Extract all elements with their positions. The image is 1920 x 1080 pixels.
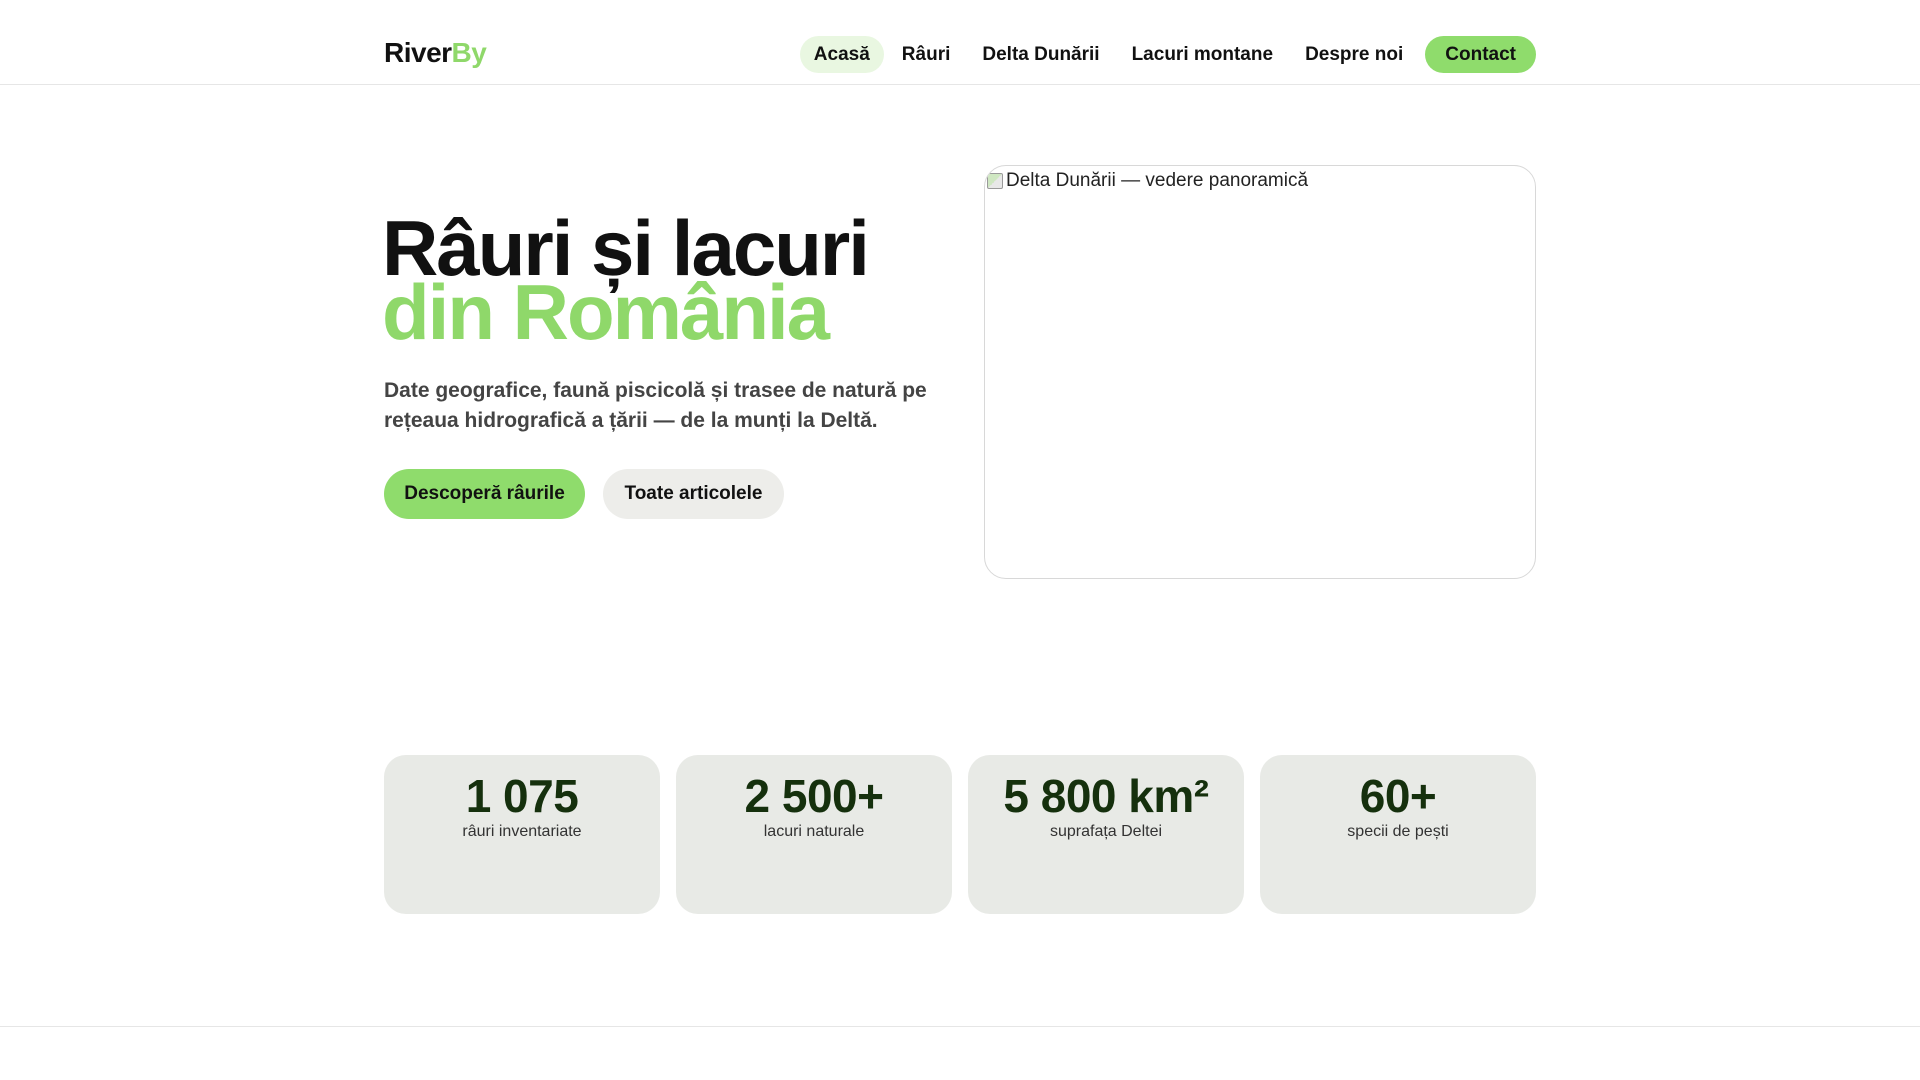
nav-item-delta-dunarii[interactable]: Delta Dunării [968, 36, 1113, 73]
hero-image: Delta Dunării — vedere panoramică [984, 165, 1536, 579]
stat-label: râuri inventariate [462, 823, 582, 840]
nav-item-lacuri-montane[interactable]: Lacuri montane [1118, 36, 1287, 73]
site-logo[interactable]: RiverBy [384, 36, 487, 70]
stat-value: 5 800 km² [1003, 770, 1209, 822]
stat-value: 60+ [1359, 770, 1437, 822]
site-header: RiverBy Acasă Râuri Delta Dunării Lacuri… [0, 0, 1920, 85]
main-nav: Acasă Râuri Delta Dunării Lacuri montane… [796, 36, 1536, 73]
hero-title: Râuri și lacuri din România [382, 209, 870, 356]
broken-image-icon [987, 173, 1003, 189]
hero-image-alt-text: Delta Dunării — vedere panoramică [1006, 170, 1309, 191]
hero-title-line2: din România [382, 268, 830, 356]
stat-label: specii de pești [1347, 823, 1449, 840]
logo-text-river: River [384, 37, 452, 68]
hero-subtitle: Date geografice, faună piscicolă și tras… [384, 379, 927, 432]
all-articles-button[interactable]: Toate articolele [603, 469, 784, 519]
logo-text-by: By [451, 37, 487, 68]
stat-label: suprafața Deltei [1049, 823, 1163, 840]
stat-value: 2 500+ [744, 770, 884, 822]
contact-button[interactable]: Contact [1425, 36, 1536, 73]
stat-card: 5 800 km² suprafața Deltei [968, 755, 1244, 914]
stat-value: 1 075 [465, 770, 579, 822]
broken-image-placeholder: Delta Dunării — vedere panoramică [987, 170, 1308, 192]
stat-label: lacuri naturale [763, 823, 865, 840]
footer-divider [0, 1026, 1920, 1027]
stat-card: 60+ specii de pești [1260, 755, 1536, 914]
nav-item-rauri[interactable]: Râuri [888, 36, 965, 73]
stat-card: 1 075 râuri inventariate [384, 755, 660, 914]
stats-section: 1 075 râuri inventariate 2 500+ lacuri n… [384, 755, 1536, 914]
stat-card: 2 500+ lacuri naturale [676, 755, 952, 914]
nav-item-despre-noi[interactable]: Despre noi [1291, 36, 1417, 73]
discover-rivers-button[interactable]: Descoperă râurile [384, 469, 585, 519]
nav-item-acasa[interactable]: Acasă [799, 36, 884, 73]
